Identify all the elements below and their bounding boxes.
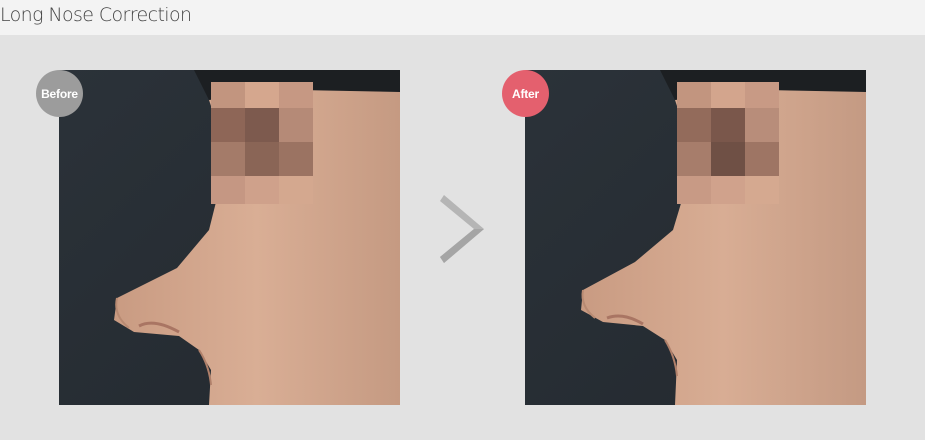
before-photo — [59, 70, 400, 405]
before-badge: Before — [36, 70, 83, 117]
after-photo — [525, 70, 866, 405]
title-bar: Long Nose Correction — [0, 0, 925, 35]
chevron-right-icon — [440, 195, 484, 263]
after-badge: After — [502, 70, 549, 117]
page-title: Long Nose Correction — [0, 4, 192, 26]
